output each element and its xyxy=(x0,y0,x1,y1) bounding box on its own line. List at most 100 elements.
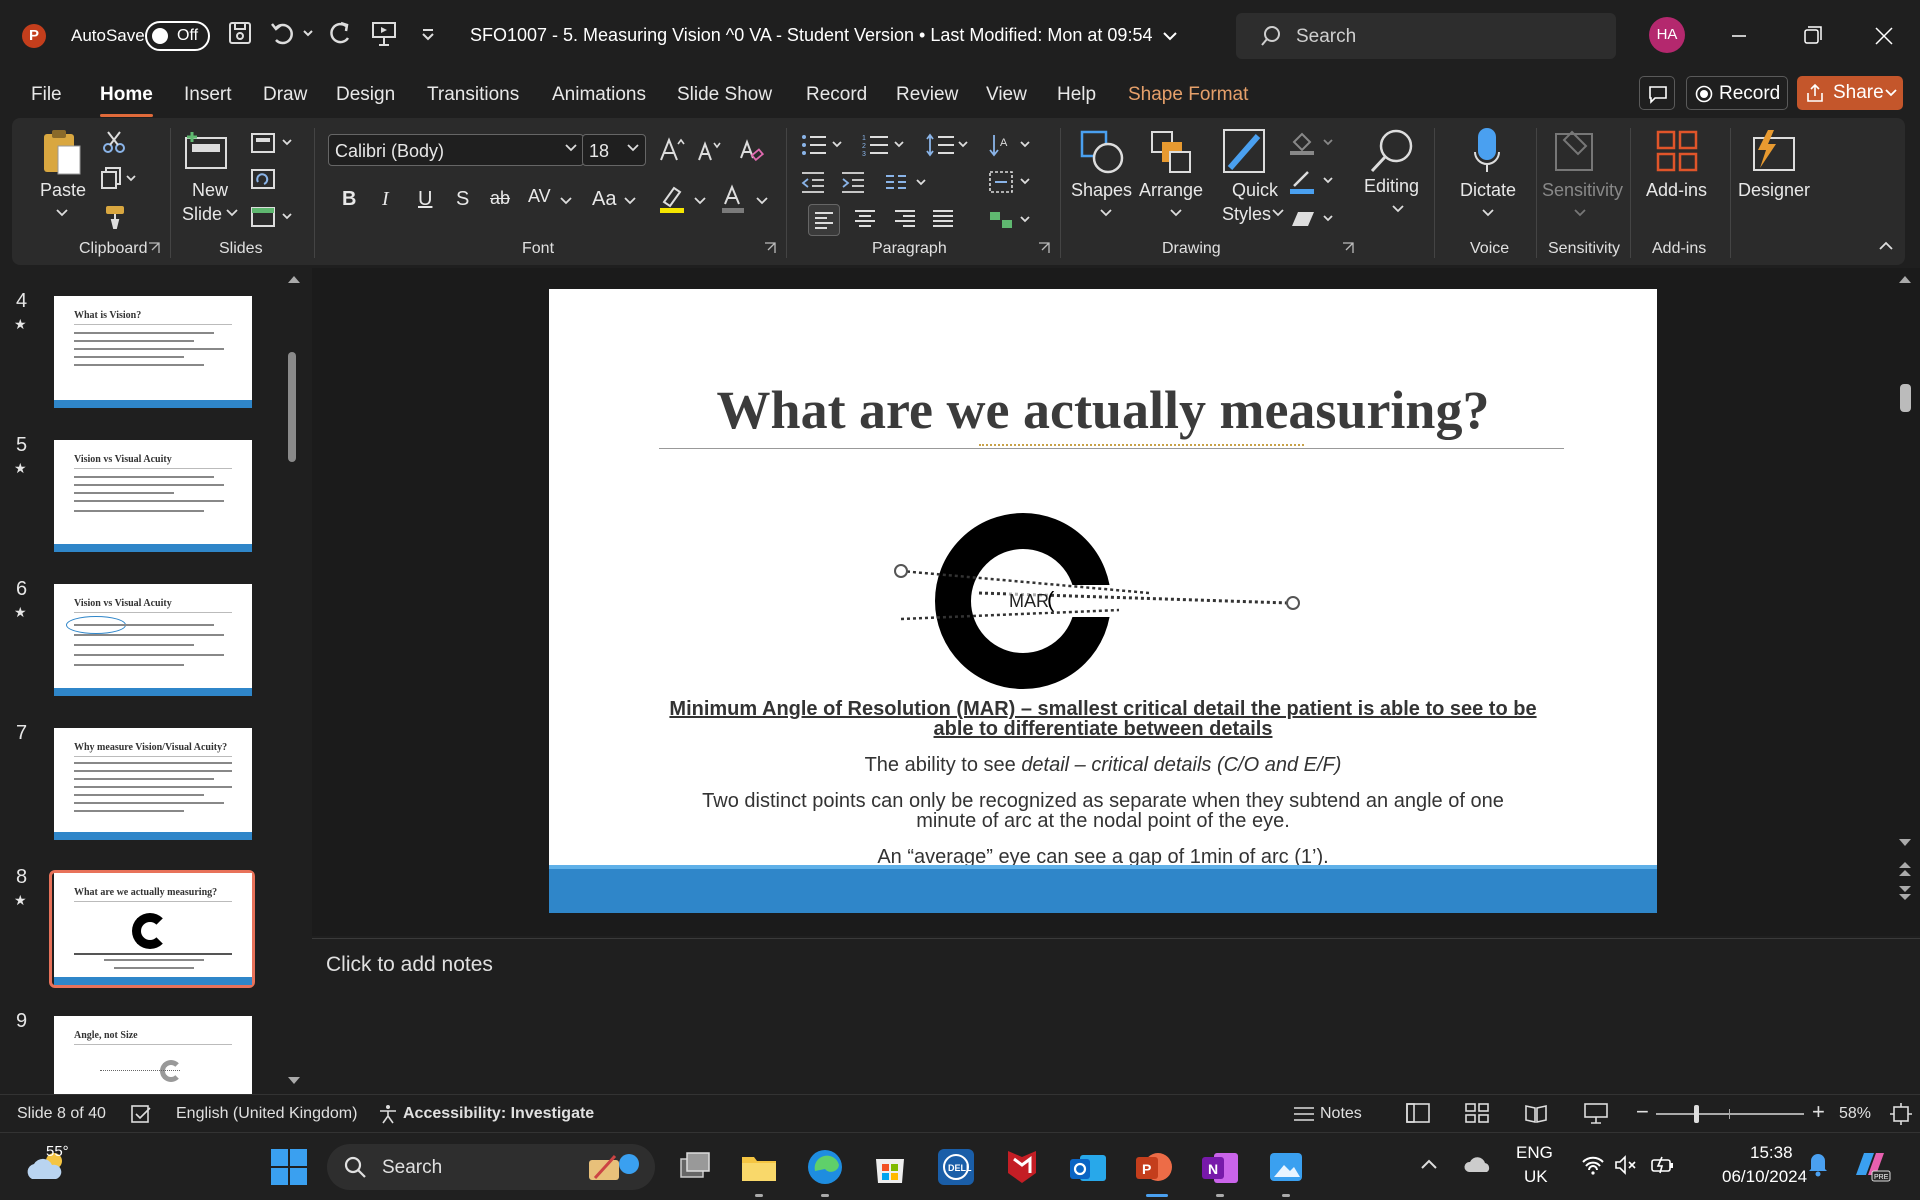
scroll-up-icon[interactable] xyxy=(287,274,301,284)
shape-outline-icon[interactable] xyxy=(1288,168,1338,196)
current-slide[interactable]: What are we actually measuring? MAR ( Mi… xyxy=(549,289,1657,913)
search-box[interactable]: Search xyxy=(1236,13,1616,59)
quick-styles-label-1[interactable]: Quick xyxy=(1232,180,1278,201)
font-family-select[interactable]: Calibri (Body) xyxy=(328,134,584,166)
text-shadow-icon[interactable]: S xyxy=(456,188,469,211)
task-view-icon[interactable] xyxy=(675,1147,715,1187)
next-slide-icon[interactable] xyxy=(1897,884,1913,902)
spelling-check-icon[interactable] xyxy=(130,1104,152,1124)
dialog-launcher-icon[interactable] xyxy=(1342,242,1354,254)
scroll-down-icon[interactable] xyxy=(1898,838,1912,848)
tab-review[interactable]: Review xyxy=(896,84,958,106)
shape-effects-icon[interactable] xyxy=(1288,208,1338,232)
collapse-ribbon-icon[interactable] xyxy=(1878,240,1894,252)
reset-slide-icon[interactable] xyxy=(250,168,276,190)
microsoft-store-icon[interactable] xyxy=(870,1147,910,1187)
clear-formatting-icon[interactable] xyxy=(738,138,764,164)
slide-thumbnail[interactable]: Angle, not Size xyxy=(54,1016,252,1094)
tab-design[interactable]: Design xyxy=(336,84,395,106)
zoom-out-icon[interactable]: − xyxy=(1636,1099,1649,1125)
fit-slide-icon[interactable] xyxy=(1890,1103,1912,1125)
clock-time[interactable]: 15:38 xyxy=(1750,1143,1793,1163)
slide-show-icon[interactable] xyxy=(1584,1103,1608,1125)
slide-thumbnail[interactable]: What is Vision? xyxy=(54,296,252,408)
photos-icon[interactable] xyxy=(1266,1147,1306,1187)
mcafee-icon[interactable] xyxy=(1002,1147,1042,1187)
font-size-select[interactable]: 18 xyxy=(582,134,646,166)
columns-icon[interactable] xyxy=(884,172,928,194)
user-avatar[interactable]: HA xyxy=(1649,17,1685,53)
reading-view-icon[interactable] xyxy=(1524,1103,1548,1123)
text-direction-icon[interactable]: A xyxy=(988,132,1032,158)
file-explorer-icon[interactable] xyxy=(739,1147,779,1187)
restore-icon[interactable] xyxy=(1793,18,1833,54)
format-painter-icon[interactable] xyxy=(102,204,128,230)
language-status[interactable]: English (United Kingdom) xyxy=(176,1105,357,1123)
onenote-icon[interactable]: N xyxy=(1200,1147,1240,1187)
decrease-font-size-icon[interactable] xyxy=(696,138,722,164)
minimize-icon[interactable] xyxy=(1720,18,1760,54)
slide-thumbnail[interactable]: Vision vs Visual Acuity xyxy=(54,440,252,552)
new-slide-label-1[interactable]: New xyxy=(192,180,228,201)
undo-dropdown-icon[interactable] xyxy=(302,20,316,50)
paste-label[interactable]: Paste xyxy=(40,180,86,201)
chevron-down-icon[interactable] xyxy=(624,196,636,206)
add-ins-label[interactable]: Add-ins xyxy=(1646,180,1707,201)
autosave-toggle[interactable]: Off xyxy=(145,21,210,51)
accessibility-status[interactable]: Accessibility: Investigate xyxy=(403,1105,594,1123)
slide-title[interactable]: What are we actually measuring? xyxy=(549,379,1657,441)
taskbar-search[interactable]: Search xyxy=(327,1144,655,1190)
tab-file[interactable]: File xyxy=(31,84,62,106)
chevron-down-icon[interactable] xyxy=(1100,208,1112,218)
arrange-label[interactable]: Arrange xyxy=(1139,180,1203,201)
slide-sorter-icon[interactable] xyxy=(1465,1103,1489,1123)
character-spacing-icon[interactable]: AV xyxy=(528,186,551,207)
align-left-icon[interactable] xyxy=(808,204,840,236)
dictate-label[interactable]: Dictate xyxy=(1460,180,1516,201)
onedrive-cloud-icon[interactable] xyxy=(1464,1155,1492,1173)
tab-shape-format[interactable]: Shape Format xyxy=(1128,84,1248,106)
editor-scrollbar-thumb[interactable] xyxy=(1900,384,1911,412)
tab-view[interactable]: View xyxy=(986,84,1027,106)
chevron-down-icon[interactable] xyxy=(560,196,572,206)
notes-toggle[interactable]: Notes xyxy=(1320,1105,1362,1123)
add-ins-icon[interactable] xyxy=(1656,128,1700,174)
align-text-icon[interactable] xyxy=(988,170,1032,194)
find-icon[interactable] xyxy=(1366,126,1416,176)
chevron-down-icon[interactable] xyxy=(1170,208,1182,218)
undo-icon[interactable] xyxy=(270,20,300,50)
present-from-start-icon[interactable] xyxy=(370,20,400,50)
battery-charging-icon[interactable] xyxy=(1650,1155,1676,1175)
save-icon[interactable] xyxy=(227,20,257,50)
document-title[interactable]: SFO1007 - 5. Measuring Vision ^0 VA - St… xyxy=(470,25,1178,46)
zoom-in-icon[interactable]: + xyxy=(1812,1099,1825,1125)
slide-thumbnail[interactable]: Why measure Vision/Visual Acuity? xyxy=(54,728,252,840)
underline-icon[interactable]: U xyxy=(418,188,432,211)
decrease-indent-icon[interactable] xyxy=(800,170,828,194)
clock-date[interactable]: 06/10/2024 xyxy=(1722,1167,1807,1187)
notes-icon[interactable] xyxy=(1292,1104,1316,1124)
tab-transitions[interactable]: Transitions xyxy=(427,84,519,106)
new-slide-label-2[interactable]: Slide xyxy=(182,204,222,225)
powerpoint-taskbar-icon[interactable]: P xyxy=(1134,1147,1174,1187)
increase-font-size-icon[interactable] xyxy=(658,136,686,164)
edge-icon[interactable] xyxy=(805,1147,845,1187)
zoom-level[interactable]: 58% xyxy=(1839,1105,1871,1123)
chevron-down-icon[interactable] xyxy=(1482,208,1494,218)
chevron-down-icon[interactable] xyxy=(756,196,768,206)
font-color-icon[interactable] xyxy=(720,184,746,214)
notification-bell-icon[interactable] xyxy=(1807,1151,1829,1177)
customize-toolbar-icon[interactable] xyxy=(420,20,440,50)
convert-to-smartart-icon[interactable] xyxy=(988,208,1032,232)
designer-icon[interactable] xyxy=(1746,128,1798,174)
copilot-icon[interactable]: PRE xyxy=(1850,1145,1892,1185)
justify-icon[interactable] xyxy=(930,206,956,232)
shapes-icon[interactable] xyxy=(1078,128,1128,178)
redo-icon[interactable] xyxy=(326,20,356,50)
designer-label[interactable]: Designer xyxy=(1738,180,1810,201)
tab-help[interactable]: Help xyxy=(1057,84,1096,106)
previous-slide-icon[interactable] xyxy=(1897,860,1913,878)
bold-icon[interactable]: B xyxy=(342,188,356,211)
strikethrough-icon[interactable]: ab xyxy=(490,188,510,209)
chevron-down-icon[interactable] xyxy=(56,208,68,218)
